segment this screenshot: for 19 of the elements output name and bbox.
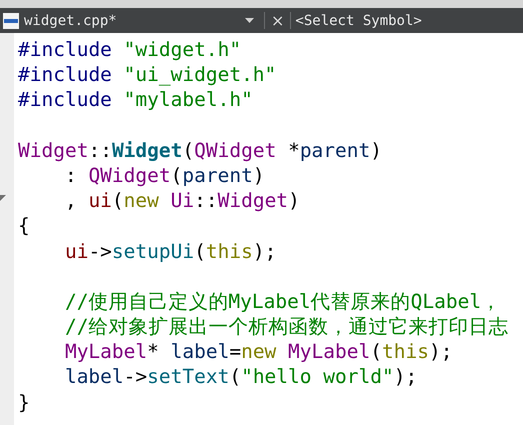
code-line: Widget::Widget(QWidget *parent) <box>18 138 384 163</box>
code-line: { <box>18 213 31 238</box>
code-line: #include "mylabel.h" <box>18 87 254 113</box>
symbol-selector[interactable]: <Select Symbol> <box>291 12 426 28</box>
code-line: MyLabel* label=new MyLabel(this); <box>64 339 454 364</box>
code-line: label->setText("hello world"); <box>64 364 418 390</box>
fold-marker-icon[interactable] <box>0 195 6 201</box>
code-line: ui->setupUi(this); <box>64 238 278 264</box>
code-line: #include "ui_widget.h" <box>18 62 278 88</box>
code-line: , ui(new Ui::Widget) <box>64 188 301 214</box>
cpp-file-icon <box>2 12 20 30</box>
code-line: } <box>18 390 31 415</box>
caret-icon[interactable] <box>245 18 254 23</box>
close-button[interactable]: × <box>265 11 290 30</box>
code-line: //使用自己定义的MyLabel代替原来的QLabel， <box>64 288 502 314</box>
code-line: : QWidget(parent) <box>64 162 266 188</box>
code-line: #include "widget.h" <box>18 37 242 62</box>
file-tab-name[interactable]: widget.cpp* <box>24 12 117 28</box>
code-line: //给对象扩展出一个析构函数，通过它来打印日志 <box>64 314 510 340</box>
